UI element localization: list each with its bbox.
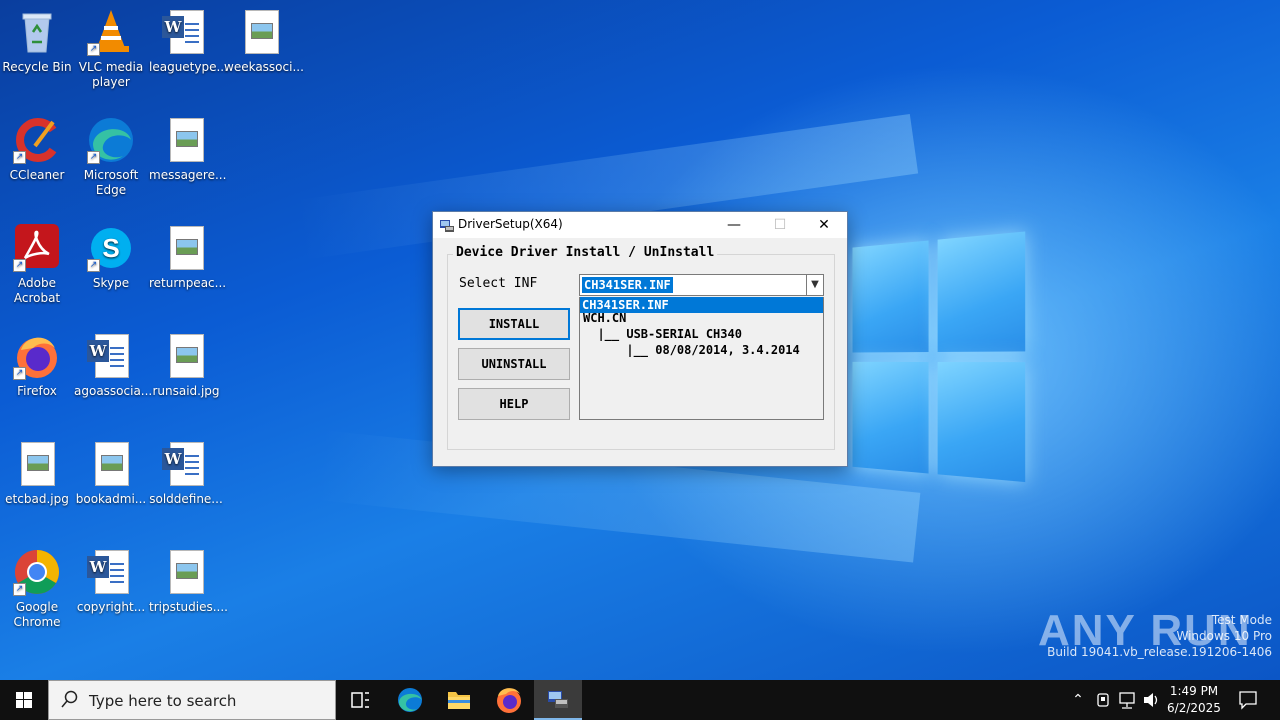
window-titlebar[interactable]: DriverSetup(X64) — ☐ ✕ — [433, 212, 847, 238]
dropdown-option-ch341ser[interactable]: CH341SER.INF — [580, 297, 823, 313]
taskbar-firefox-icon[interactable] — [485, 680, 533, 720]
select-inf-label: Select INF — [459, 276, 538, 291]
start-button[interactable] — [0, 680, 48, 720]
info-line-device: |__ USB-SERIAL CH340 — [583, 327, 742, 341]
driversetup-window[interactable]: DriverSetup(X64) — ☐ ✕ Device Driver Ins… — [432, 211, 848, 467]
groupbox-label: Device Driver Install / UnInstall — [453, 245, 718, 260]
desktop-icon-bookadmi[interactable]: bookadmi... — [74, 440, 148, 507]
combobox-selected-value: CH341SER.INF — [582, 277, 673, 293]
desktop-icon-firefox[interactable]: ↗ Firefox — [0, 332, 74, 399]
clock-date: 6/2/2025 — [1167, 701, 1221, 715]
close-button[interactable]: ✕ — [801, 212, 847, 238]
desktop-icon-agoassocia[interactable]: W agoassocia... — [74, 332, 152, 399]
tray-device-icon[interactable] — [1093, 680, 1113, 720]
shortcut-arrow-icon: ↗ — [87, 151, 100, 164]
install-button[interactable]: INSTALL — [458, 308, 570, 340]
inf-select-combobox[interactable]: CH341SER.INF ▼ — [579, 274, 824, 296]
recycle-bin-icon — [13, 8, 61, 56]
image-file-icon — [162, 548, 210, 596]
info-line-version: |__ 08/08/2014, 3.4.2014 — [583, 343, 800, 357]
shortcut-arrow-icon: ↗ — [13, 583, 26, 596]
taskbar-driversetup-icon[interactable] — [534, 680, 582, 720]
adobe-acrobat-icon: ↗ — [13, 224, 61, 272]
help-button[interactable]: HELP — [458, 388, 570, 420]
volume-icon[interactable] — [1140, 680, 1162, 720]
taskbar-search-box[interactable]: Type here to search — [48, 680, 336, 720]
search-icon — [61, 690, 79, 712]
image-file-icon — [162, 332, 210, 380]
driversetup-app-icon — [439, 217, 455, 233]
search-placeholder: Type here to search — [89, 692, 237, 710]
window-title: DriverSetup(X64) — [458, 217, 563, 231]
shortcut-arrow-icon: ↗ — [87, 43, 100, 56]
desktop-icon-skype[interactable]: S ↗ Skype — [74, 224, 148, 291]
shortcut-arrow-icon: ↗ — [13, 367, 26, 380]
network-icon[interactable] — [1116, 680, 1138, 720]
image-file-icon — [162, 224, 210, 272]
desktop-icon-microsoft-edge[interactable]: ↗ Microsoft Edge — [74, 116, 148, 198]
image-file-icon — [13, 440, 61, 488]
maximize-button[interactable]: ☐ — [757, 212, 803, 238]
desktop-icon-google-chrome[interactable]: ↗ Google Chrome — [0, 548, 74, 630]
desktop-icon-leaguetype[interactable]: W leaguetype... — [149, 8, 228, 75]
chrome-icon: ↗ — [13, 548, 61, 596]
shortcut-arrow-icon: ↗ — [13, 259, 26, 272]
word-document-icon: W — [87, 332, 135, 380]
desktop-icon-runsaid[interactable]: runsaid.jpg — [149, 332, 223, 399]
minimize-button[interactable]: — — [711, 212, 757, 238]
word-document-icon: W — [162, 440, 210, 488]
svg-text:S: S — [102, 233, 119, 263]
desktop-icon-etcbad[interactable]: etcbad.jpg — [0, 440, 74, 507]
shortcut-arrow-icon: ↗ — [87, 259, 100, 272]
taskbar-edge-icon[interactable] — [386, 680, 434, 720]
image-file-icon — [162, 116, 210, 164]
taskbar-file-explorer-icon[interactable] — [435, 680, 483, 720]
uninstall-button[interactable]: UNINSTALL — [458, 348, 570, 380]
desktop-icon-weekassoci[interactable]: weekassoci... — [224, 8, 304, 75]
shortcut-arrow-icon: ↗ — [13, 151, 26, 164]
desktop-icon-ccleaner[interactable]: ↗ CCleaner — [0, 116, 74, 183]
notification-icon[interactable] — [1234, 680, 1262, 720]
image-file-icon — [87, 440, 135, 488]
ccleaner-icon: ↗ — [13, 116, 61, 164]
vlc-icon: ↗ — [87, 8, 135, 56]
clock-time: 1:49 PM — [1169, 684, 1219, 698]
edge-icon: ↗ — [87, 116, 135, 164]
task-view-button[interactable] — [336, 680, 384, 720]
desktop-icon-vlc[interactable]: ↗ VLC media player — [74, 8, 148, 90]
desktop-icon-messagere[interactable]: messagere... — [149, 116, 226, 183]
chevron-up-icon[interactable]: ⌃ — [1068, 680, 1088, 720]
taskbar-clock[interactable]: 1:49 PM 6/2/2025 — [1160, 683, 1228, 717]
info-line-vendor: WCH.CN — [583, 311, 627, 325]
word-document-icon: W — [87, 548, 135, 596]
chevron-down-icon[interactable]: ▼ — [806, 275, 823, 295]
image-file-icon — [237, 8, 285, 56]
desktop-icon-returnpeac[interactable]: returnpeac... — [149, 224, 226, 291]
desktop-icon-tripstudies[interactable]: tripstudies.... — [149, 548, 228, 615]
taskbar: Type here to search ⌃ 1:49 PM 6/2/2025 — [0, 680, 1280, 720]
word-document-icon: W — [162, 8, 210, 56]
test-mode-watermark: Test Mode Windows 10 Pro Build 19041.vb_… — [1047, 613, 1272, 659]
desktop-icon-adobe-acrobat[interactable]: ↗ Adobe Acrobat — [0, 224, 74, 306]
firefox-icon: ↗ — [13, 332, 61, 380]
desktop-icon-copyright[interactable]: W copyright... — [74, 548, 148, 615]
driver-info-panel: WCH.CN |__ USB-SERIAL CH340 |__ 08/08/20… — [579, 297, 824, 420]
windows-logo-wallpaper — [852, 231, 1028, 488]
desktop-icon-recycle-bin[interactable]: Recycle Bin — [0, 8, 74, 75]
desktop-icon-solddefine[interactable]: W solddefine... — [149, 440, 223, 507]
skype-icon: S ↗ — [87, 224, 135, 272]
